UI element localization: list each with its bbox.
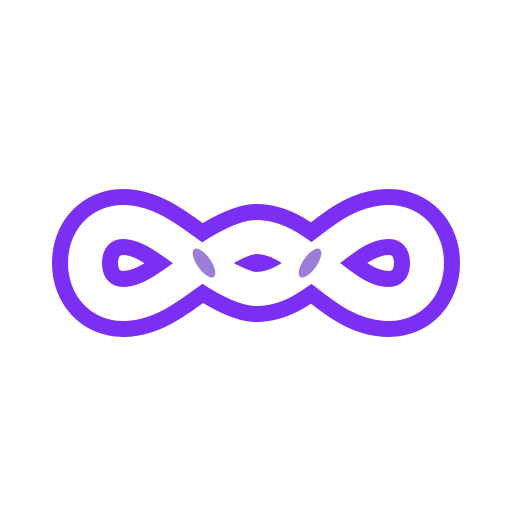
interlaced-infinity-knot-icon [52, 189, 460, 337]
logo-canvas [0, 0, 512, 512]
